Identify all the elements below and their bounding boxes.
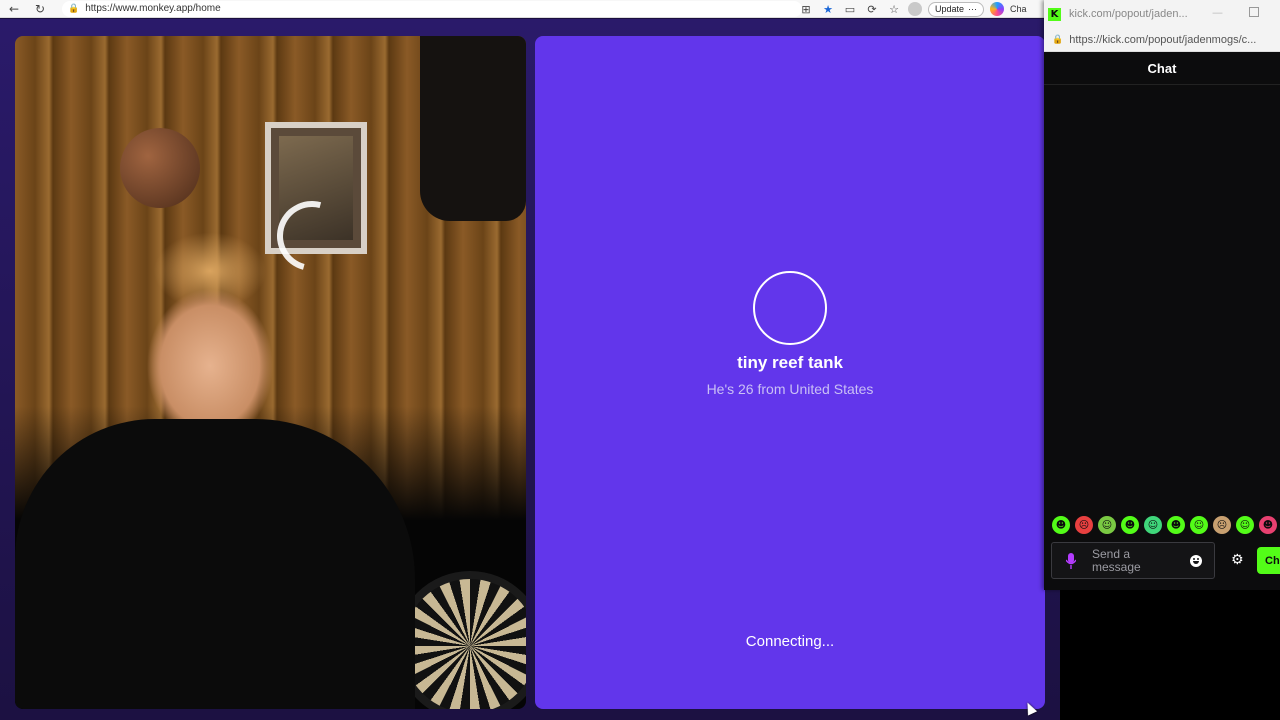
person-shirt xyxy=(15,419,415,709)
browser-window: ← ↻ 🔒 https://www.monkey.app/home ⊞ ★ ▭ … xyxy=(0,0,1060,720)
apps-icon[interactable]: ⊞ xyxy=(798,1,814,17)
jacket-shape xyxy=(420,36,526,221)
emote-7-icon[interactable]: ☺ xyxy=(1190,516,1208,534)
profile-avatar[interactable] xyxy=(908,2,922,16)
self-camera-feed xyxy=(15,36,526,709)
update-label: Update xyxy=(935,4,965,14)
camera-icon[interactable]: ▭ xyxy=(842,1,858,17)
peer-video-panel: tiny reef tank He's 26 from United State… xyxy=(535,36,1045,709)
minimize-icon[interactable]: — xyxy=(1212,6,1223,19)
emote-4-icon[interactable]: ☻ xyxy=(1121,516,1139,534)
favorites-list-icon[interactable]: ☆ xyxy=(886,1,902,17)
chat-header-title: Chat xyxy=(1147,60,1177,76)
emote-5-icon[interactable]: ☺ xyxy=(1144,516,1162,534)
chat-input[interactable]: Send a message xyxy=(1051,542,1215,579)
emoji-picker-icon[interactable] xyxy=(1190,554,1202,567)
emote-6-icon[interactable]: ☻ xyxy=(1167,516,1185,534)
maximize-icon[interactable] xyxy=(1249,7,1259,17)
copilot-icon[interactable] xyxy=(990,2,1005,16)
lock-icon: 🔒 xyxy=(1052,34,1064,45)
update-button[interactable]: Update ··· xyxy=(928,1,985,17)
chat-messages[interactable] xyxy=(1044,86,1280,511)
address-actions: ⊞ ★ ▭ ⟳ ☆ Update ··· Cha xyxy=(798,1,1027,17)
chat-send-button[interactable]: Ch xyxy=(1257,547,1280,574)
kick-logo-icon: K xyxy=(1048,7,1061,21)
emote-3-icon[interactable]: ☺ xyxy=(1098,516,1116,534)
microphone-icon[interactable] xyxy=(1064,552,1078,570)
address-url: https://www.monkey.app/home xyxy=(85,3,221,14)
popout-url: https://kick.com/popout/jadenmogs/c... xyxy=(1069,33,1257,46)
emote-10-icon[interactable]: ☻ xyxy=(1259,516,1277,534)
address-bar[interactable]: 🔒 https://www.monkey.app/home xyxy=(62,0,802,17)
extensions-icon[interactable]: ⟳ xyxy=(864,1,880,17)
popout-url-bar[interactable]: 🔒 https://kick.com/popout/jadenmogs/c... xyxy=(1044,28,1280,52)
kick-chat-popout: K kick.com/popout/jaden... — 🔒 https://k… xyxy=(1044,0,1280,590)
peer-avatar xyxy=(753,271,827,345)
emote-9-icon[interactable]: ☺ xyxy=(1236,516,1254,534)
back-arrow-icon[interactable]: ← xyxy=(6,1,22,17)
globe-shape xyxy=(120,128,200,208)
emote-8-icon[interactable]: ☹ xyxy=(1213,516,1231,534)
favorite-star-icon[interactable]: ★ xyxy=(820,1,836,17)
chat-input-placeholder: Send a message xyxy=(1092,546,1141,574)
popout-title: kick.com/popout/jaden... xyxy=(1069,8,1188,20)
emote-2-icon[interactable]: ☹ xyxy=(1075,516,1093,534)
chat-header: Chat xyxy=(1044,52,1280,85)
emote-1-icon[interactable]: ☻ xyxy=(1052,516,1070,534)
reload-icon[interactable]: ↻ xyxy=(32,1,48,17)
chat-settings-gear-icon[interactable]: ⚙ xyxy=(1231,552,1244,568)
browser-toolbar: ← ↻ 🔒 https://www.monkey.app/home ⊞ ★ ▭ … xyxy=(0,0,1060,18)
lock-icon: 🔒 xyxy=(68,3,80,14)
copilot-label: Cha xyxy=(1010,4,1027,14)
desktop: ← ↻ 🔒 https://www.monkey.app/home ⊞ ★ ▭ … xyxy=(0,0,1280,720)
connection-status: Connecting... xyxy=(745,633,835,650)
popout-titlebar: K kick.com/popout/jaden... — xyxy=(1044,0,1280,28)
peer-name: tiny reef tank xyxy=(737,353,843,372)
emote-bar: ☻ ☹ ☺ ☻ ☺ ☻ ☺ ☹ ☺ ☻ xyxy=(1052,516,1280,536)
monkey-page: tiny reef tank He's 26 from United State… xyxy=(0,19,1060,720)
more-icon: ··· xyxy=(968,4,978,14)
peer-subtitle: He's 26 from United States xyxy=(706,381,874,397)
